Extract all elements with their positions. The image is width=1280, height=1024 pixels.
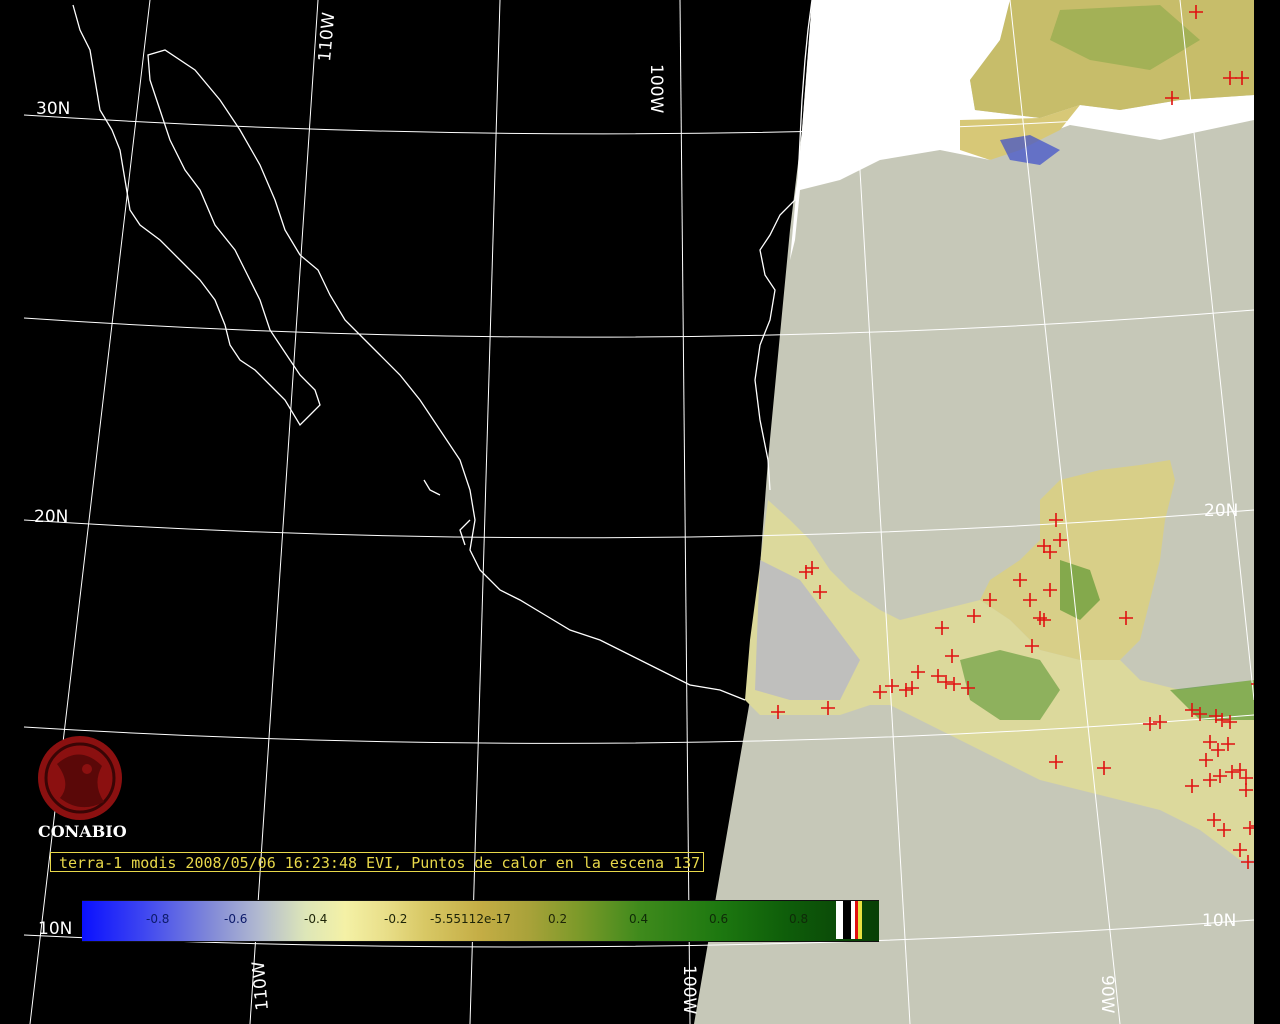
image-edge-strip (1254, 0, 1280, 1024)
lat-label-30n: 30N (36, 99, 70, 119)
conabio-logo-text: CONABIO (38, 822, 127, 841)
lat-label-20n-right: 20N (1204, 501, 1238, 521)
colorbar-cloud-swatch (836, 901, 843, 939)
lon-label-100w-bottom: 100W (679, 965, 699, 1014)
evi-colorbar: -0.8 -0.6 -0.4 -0.2 -5.55112e-17 0.2 0.4… (82, 900, 879, 942)
colorbar-tick: -0.2 (384, 912, 408, 926)
scene-caption-text: terra-1 modis 2008/05/06 16:23:48 EVI, P… (59, 854, 701, 872)
colorbar-tick: 0.2 (548, 912, 568, 926)
lon-label-110w-top: 110W (315, 11, 339, 62)
colorbar-tick: 0.8 (789, 912, 809, 926)
coastline (72, 0, 813, 701)
colorbar-tick: -0.6 (224, 912, 248, 926)
colorbar-tick: -5.55112e-17 (430, 912, 511, 926)
colorbar-tick: -0.4 (304, 912, 328, 926)
map-stage: 30N 20N 20N 10N 10N 110W 100W 110W 100W … (0, 0, 1280, 1024)
colorbar-tick: -0.8 (146, 912, 170, 926)
lon-label-110w-bottom: 110W (249, 960, 273, 1011)
lon-label-100w-top: 100W (646, 64, 666, 113)
colorbar-night-swatch (843, 901, 851, 939)
colorbar-grid-swatch (858, 901, 862, 939)
lat-label-20n-left: 20N (34, 507, 68, 527)
scene-caption: terra-1 modis 2008/05/06 16:23:48 EVI, P… (50, 852, 704, 872)
colorbar-tick: 0.6 (709, 912, 729, 926)
lat-label-10n-right: 10N (1202, 911, 1236, 931)
lon-label-90w-bottom: 90W (1097, 975, 1117, 1014)
colorbar-tick: 0.4 (629, 912, 649, 926)
lat-label-10n-left: 10N (38, 919, 72, 939)
